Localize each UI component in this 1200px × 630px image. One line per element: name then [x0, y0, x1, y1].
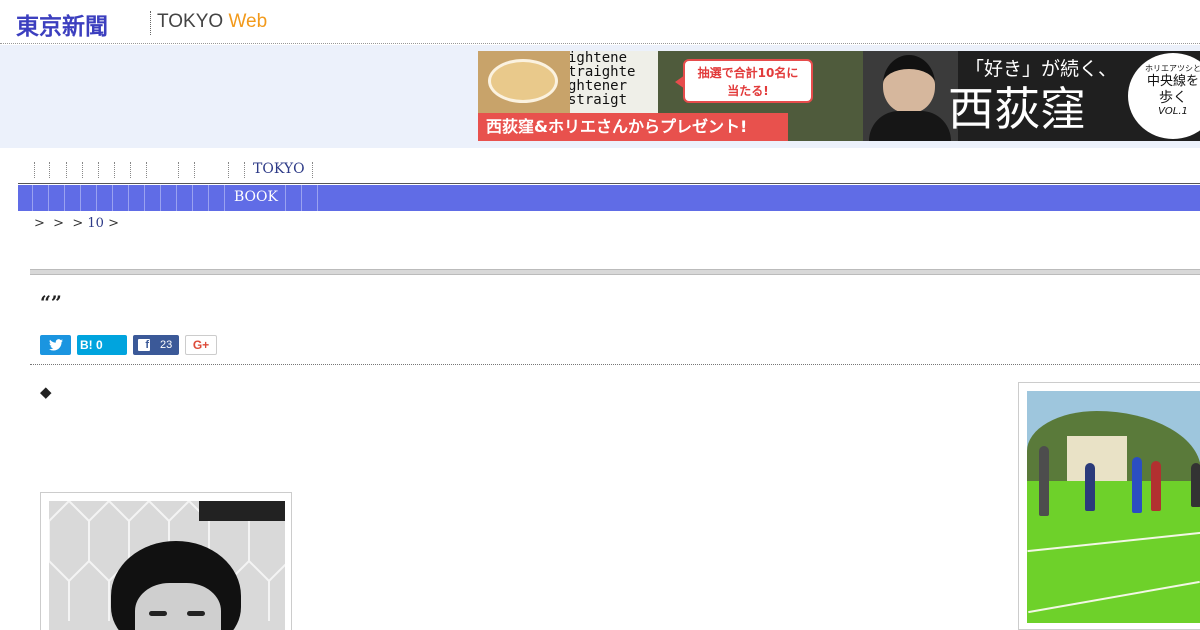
nav-separator — [48, 185, 49, 211]
ad-band: ightene traighte ghtener straigt 抽選で合計10… — [0, 45, 1200, 148]
nav-separator — [64, 185, 65, 211]
nav-separator — [34, 162, 35, 178]
hatena-icon: B! — [80, 338, 93, 352]
facebook-count: 23 — [160, 339, 173, 351]
breadcrumb-separator: > — [108, 216, 119, 231]
nav-separator — [144, 185, 145, 211]
logo-web-text: Web — [228, 11, 268, 32]
site-logo[interactable]: 東京新聞 — [16, 7, 108, 41]
ad-lettering-line: ghtener — [570, 78, 628, 94]
nav-separator — [208, 185, 209, 211]
ad-photo-person — [863, 51, 958, 141]
ad-bubble-line1: 抽選で合計10名に — [697, 66, 799, 80]
logo-tokyo-text: TOKYO — [157, 11, 224, 32]
ad-lettering-line: straigt — [570, 92, 628, 108]
nav-separator — [80, 185, 81, 211]
ad-lettering-line: traighte — [570, 64, 636, 80]
photo-turf — [1027, 481, 1200, 623]
bowl-shape — [488, 59, 558, 103]
nav-separator — [176, 185, 177, 211]
player-figure — [1191, 463, 1200, 507]
article-divider — [30, 364, 1200, 365]
article-title: “” — [40, 292, 62, 314]
portrait-eye — [187, 611, 205, 616]
section-divider — [30, 269, 1200, 275]
nav-separator — [312, 162, 313, 178]
badge-line4: VOL.1 — [1158, 106, 1188, 117]
soccer-photo — [1018, 382, 1200, 630]
person-body — [869, 111, 951, 141]
nav-separator — [128, 185, 129, 211]
nav-separator — [224, 185, 225, 211]
player-figure — [1151, 461, 1161, 511]
nav-separator — [66, 162, 67, 178]
breadcrumb: > > > 10 > — [34, 216, 119, 231]
author-photo-image — [49, 501, 285, 630]
nav-separator — [32, 185, 33, 211]
ad-present-bar: 西荻窪&ホリエさんからプレゼント! — [478, 113, 788, 141]
soccer-photo-image — [1027, 391, 1200, 623]
breadcrumb-separator: > — [53, 216, 65, 231]
portrait-face — [135, 583, 221, 630]
nav-separator — [301, 185, 302, 211]
player-figure — [1039, 446, 1049, 516]
ad-photo-lettering: ightene traighte ghtener straigt — [570, 51, 658, 113]
section-marker: ◆ — [40, 383, 52, 401]
author-photo — [40, 492, 292, 630]
top-nav: TOKYO — [18, 160, 1200, 182]
tokyo-web-logo[interactable]: TOKYO Web — [157, 11, 267, 33]
nav-separator — [317, 185, 318, 211]
nav-separator — [228, 162, 229, 178]
hatena-count: 0 — [96, 338, 103, 352]
badge-line2: 中央線を — [1146, 74, 1199, 89]
person-head — [883, 55, 935, 113]
breadcrumb-link[interactable]: 10 — [87, 216, 104, 231]
nav-separator — [49, 162, 50, 178]
nav-separator — [112, 185, 113, 211]
player-figure — [1132, 457, 1142, 513]
ad-bubble-line2: 当たる! — [727, 84, 769, 98]
nav-separator — [178, 162, 179, 178]
nav-separator — [130, 162, 131, 178]
nav-separator — [192, 185, 193, 211]
breadcrumb-separator: > — [34, 216, 45, 231]
nav-separator — [146, 162, 147, 178]
logo-divider — [150, 11, 151, 35]
nav-separator — [194, 162, 195, 178]
photo-building — [1067, 436, 1127, 481]
site-header: 東京新聞 TOKYO Web — [0, 0, 1200, 44]
google-plus-button[interactable]: G+ — [185, 335, 217, 355]
ad-lettering-line: ightene — [570, 51, 628, 66]
nav-separator — [82, 162, 83, 178]
nav-separator — [160, 185, 161, 211]
breadcrumb-separator: > — [72, 216, 84, 231]
facebook-share-button[interactable]: f 23 — [133, 335, 179, 355]
player-figure — [1085, 463, 1095, 511]
category-nav: BOOK — [18, 185, 1200, 211]
nav-separator — [285, 185, 286, 211]
twitter-icon — [48, 339, 63, 351]
hatena-bookmark-button[interactable]: B! 0 — [77, 335, 127, 355]
badge-line3: 歩く — [1159, 90, 1187, 106]
nav-item-tokyo[interactable]: TOKYO — [253, 161, 305, 177]
nav-item-book[interactable]: BOOK — [234, 189, 278, 205]
google-plus-icon: G+ — [192, 338, 210, 352]
nav-separator — [114, 162, 115, 178]
portrait-eye — [149, 611, 167, 616]
ad-title: 西荻窪 — [948, 82, 1086, 136]
facebook-icon: f — [138, 339, 150, 351]
badge-line1: ホリエアツシと — [1145, 64, 1200, 73]
ad-photo-bowl — [478, 51, 570, 113]
ad-speech-bubble: 抽選で合計10名に 当たる! — [675, 59, 813, 103]
ad-catchcopy: 「好き」が続く、 — [965, 58, 1118, 80]
nav-separator — [98, 162, 99, 178]
nav-divider — [18, 183, 1200, 184]
twitter-share-button[interactable] — [40, 335, 71, 355]
ad-banner[interactable]: ightene traighte ghtener straigt 抽選で合計10… — [478, 51, 1200, 141]
nav-separator — [244, 162, 245, 178]
nav-separator — [96, 185, 97, 211]
